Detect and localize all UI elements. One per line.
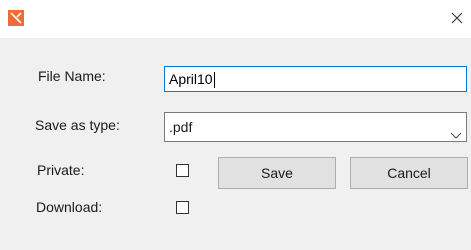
- chevron-down-icon: [450, 122, 462, 139]
- save-button[interactable]: Save: [218, 157, 336, 189]
- text-caret: [213, 72, 215, 89]
- save-as-type-label: Save as type:: [35, 117, 120, 133]
- title-bar: [0, 0, 471, 38]
- private-checkbox[interactable]: [176, 164, 189, 177]
- close-icon: [451, 11, 463, 27]
- save-button-label: Save: [261, 165, 293, 181]
- private-label: Private:: [37, 162, 85, 178]
- save-dialog: File Name: April10 Save as type: .pdf Pr…: [0, 0, 471, 250]
- cancel-button-label: Cancel: [387, 165, 431, 181]
- file-name-label: File Name:: [38, 68, 106, 84]
- save-as-type-select[interactable]: .pdf: [164, 112, 467, 142]
- close-button[interactable]: [443, 0, 471, 38]
- file-name-value: April10: [169, 71, 213, 87]
- app-logo-icon: [8, 10, 24, 26]
- file-name-input[interactable]: April10: [164, 66, 467, 92]
- download-label: Download:: [36, 199, 103, 215]
- download-checkbox[interactable]: [176, 201, 189, 214]
- save-as-type-value: .pdf: [169, 119, 193, 135]
- cancel-button[interactable]: Cancel: [350, 157, 468, 189]
